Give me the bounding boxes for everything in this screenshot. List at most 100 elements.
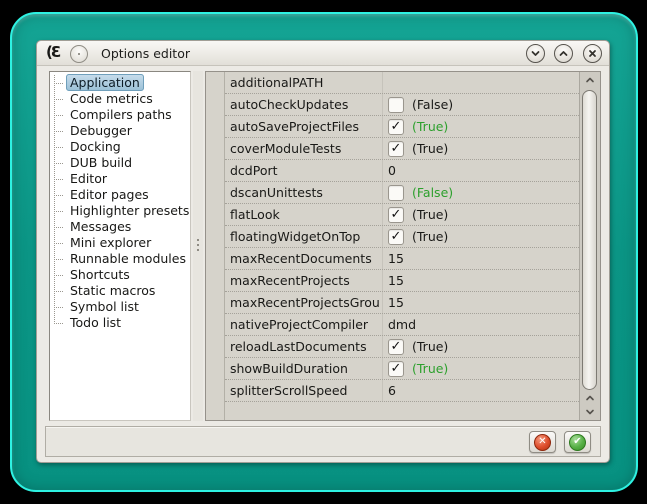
property-value-text: 15 (388, 295, 404, 310)
sidebar-item-dub-build[interactable]: DUB build (50, 155, 190, 171)
property-value[interactable]: dmd (383, 314, 581, 335)
close-button[interactable] (583, 44, 602, 63)
titlebar[interactable]: (Ɛ Options editor (37, 41, 609, 66)
sidebar-item-editor-pages[interactable]: Editor pages (50, 187, 190, 203)
property-value-text: (True) (412, 339, 448, 354)
property-name[interactable]: nativeProjectCompiler (225, 314, 383, 335)
chevron-up-icon (585, 394, 595, 402)
property-name[interactable]: maxRecentProjectsGrou (225, 292, 383, 313)
property-value[interactable]: ✓ (False) (383, 94, 581, 115)
property-row[interactable]: splitterScrollSpeed 6 (225, 380, 581, 402)
property-value[interactable]: 15 (383, 248, 581, 269)
property-value[interactable] (383, 72, 581, 93)
sidebar-item-compilers-paths[interactable]: Compilers paths (50, 107, 190, 123)
splitter-handle[interactable] (193, 71, 203, 421)
checkbox[interactable]: ✓ (388, 97, 404, 113)
property-name[interactable]: dcdPort (225, 160, 383, 181)
property-row[interactable]: additionalPATH (225, 72, 581, 94)
property-name[interactable]: splitterScrollSpeed (225, 380, 383, 401)
property-name[interactable]: maxRecentProjects (225, 270, 383, 291)
property-value[interactable]: 15 (383, 270, 581, 291)
property-value[interactable]: 0 (383, 160, 581, 181)
checkbox[interactable]: ✓ (388, 361, 404, 377)
property-row[interactable]: nativeProjectCompiler dmd (225, 314, 581, 336)
scrollbar-thumb[interactable] (582, 90, 597, 390)
property-name[interactable]: autoSaveProjectFiles (225, 116, 383, 137)
property-name[interactable]: maxRecentDocuments (225, 248, 383, 269)
ok-check-icon: ✔ (569, 434, 586, 451)
property-value[interactable]: ✓ (True) (383, 116, 581, 137)
property-row[interactable]: maxRecentDocuments 15 (225, 248, 581, 270)
cancel-button[interactable]: ✕ (529, 431, 556, 453)
sidebar-item-mini-explorer[interactable]: Mini explorer (50, 235, 190, 251)
property-row[interactable]: showBuildDuration ✓ (True) (225, 358, 581, 380)
sidebar-item-application[interactable]: Application (50, 75, 190, 91)
shade-button[interactable] (526, 44, 545, 63)
sidebar-item-label: Static macros (66, 282, 159, 299)
property-row[interactable]: floatingWidgetOnTop ✓ (True) (225, 226, 581, 248)
sidebar-item-code-metrics[interactable]: Code metrics (50, 91, 190, 107)
window-menu-button[interactable] (70, 45, 88, 63)
sidebar-item-highlighter-presets[interactable]: Highlighter presets (50, 203, 190, 219)
property-row[interactable]: reloadLastDocuments ✓ (True) (225, 336, 581, 358)
sidebar-item-shortcuts[interactable]: Shortcuts (50, 267, 190, 283)
property-row[interactable]: flatLook ✓ (True) (225, 204, 581, 226)
checkbox[interactable]: ✓ (388, 339, 404, 355)
property-value[interactable]: ✓ (True) (383, 226, 581, 247)
scroll-up-button[interactable] (580, 72, 600, 88)
checkbox[interactable]: ✓ (388, 119, 404, 135)
ok-button[interactable]: ✔ (564, 431, 591, 453)
property-value-text: (True) (412, 207, 448, 222)
property-name[interactable]: flatLook (225, 204, 383, 225)
scroll-down-button[interactable] (580, 404, 600, 420)
property-row[interactable]: maxRecentProjects 15 (225, 270, 581, 292)
property-value[interactable]: ✓ (True) (383, 358, 581, 379)
property-name[interactable]: additionalPATH (225, 72, 383, 93)
property-row[interactable]: autoCheckUpdates ✓ (False) (225, 94, 581, 116)
property-name[interactable]: floatingWidgetOnTop (225, 226, 383, 247)
property-value-text: (True) (412, 141, 448, 156)
sidebar-item-label: Todo list (66, 314, 125, 331)
sidebar-item-label: Symbol list (66, 298, 143, 315)
property-name[interactable]: showBuildDuration (225, 358, 383, 379)
category-tree[interactable]: ApplicationCode metricsCompilers pathsDe… (49, 71, 191, 421)
category-tree-items: ApplicationCode metricsCompilers pathsDe… (50, 72, 190, 331)
sidebar-item-messages[interactable]: Messages (50, 219, 190, 235)
property-row[interactable]: dcdPort 0 (225, 160, 581, 182)
property-value-text: 15 (388, 273, 404, 288)
property-name[interactable]: coverModuleTests (225, 138, 383, 159)
sidebar-item-docking[interactable]: Docking (50, 139, 190, 155)
property-name[interactable]: autoCheckUpdates (225, 94, 383, 115)
property-value[interactable]: ✓ (True) (383, 336, 581, 357)
property-row[interactable]: coverModuleTests ✓ (True) (225, 138, 581, 160)
property-value[interactable]: 15 (383, 292, 581, 313)
property-value[interactable]: ✓ (True) (383, 204, 581, 225)
vertical-scrollbar[interactable] (579, 72, 600, 420)
checkbox[interactable]: ✓ (388, 229, 404, 245)
sidebar-item-static-macros[interactable]: Static macros (50, 283, 190, 299)
property-value[interactable]: ✓ (False) (383, 182, 581, 203)
checkmark-icon: ✓ (391, 142, 402, 155)
sidebar-item-runnable-modules[interactable]: Runnable modules (50, 251, 190, 267)
checkmark-icon: ✓ (391, 230, 402, 243)
dialog-button-bar: ✕ ✔ (45, 426, 601, 457)
property-name[interactable]: dscanUnittests (225, 182, 383, 203)
property-value-text: 6 (388, 383, 396, 398)
sidebar-item-todo-list[interactable]: Todo list (50, 315, 190, 331)
property-row[interactable]: dscanUnittests ✓ (False) (225, 182, 581, 204)
checkmark-icon: ✓ (391, 120, 402, 133)
checkbox[interactable]: ✓ (388, 185, 404, 201)
property-grid[interactable]: additionalPATH autoCheckUpdates ✓ (False… (205, 71, 601, 421)
property-value[interactable]: 6 (383, 380, 581, 401)
unshade-button[interactable] (554, 44, 573, 63)
sidebar-item-editor[interactable]: Editor (50, 171, 190, 187)
sidebar-item-debugger[interactable]: Debugger (50, 123, 190, 139)
checkbox[interactable]: ✓ (388, 207, 404, 223)
checkbox[interactable]: ✓ (388, 141, 404, 157)
property-value[interactable]: ✓ (True) (383, 138, 581, 159)
property-row[interactable]: maxRecentProjectsGrou 15 (225, 292, 581, 314)
property-name[interactable]: reloadLastDocuments (225, 336, 383, 357)
checkmark-icon: ✓ (391, 208, 402, 221)
property-row[interactable]: autoSaveProjectFiles ✓ (True) (225, 116, 581, 138)
sidebar-item-symbol-list[interactable]: Symbol list (50, 299, 190, 315)
